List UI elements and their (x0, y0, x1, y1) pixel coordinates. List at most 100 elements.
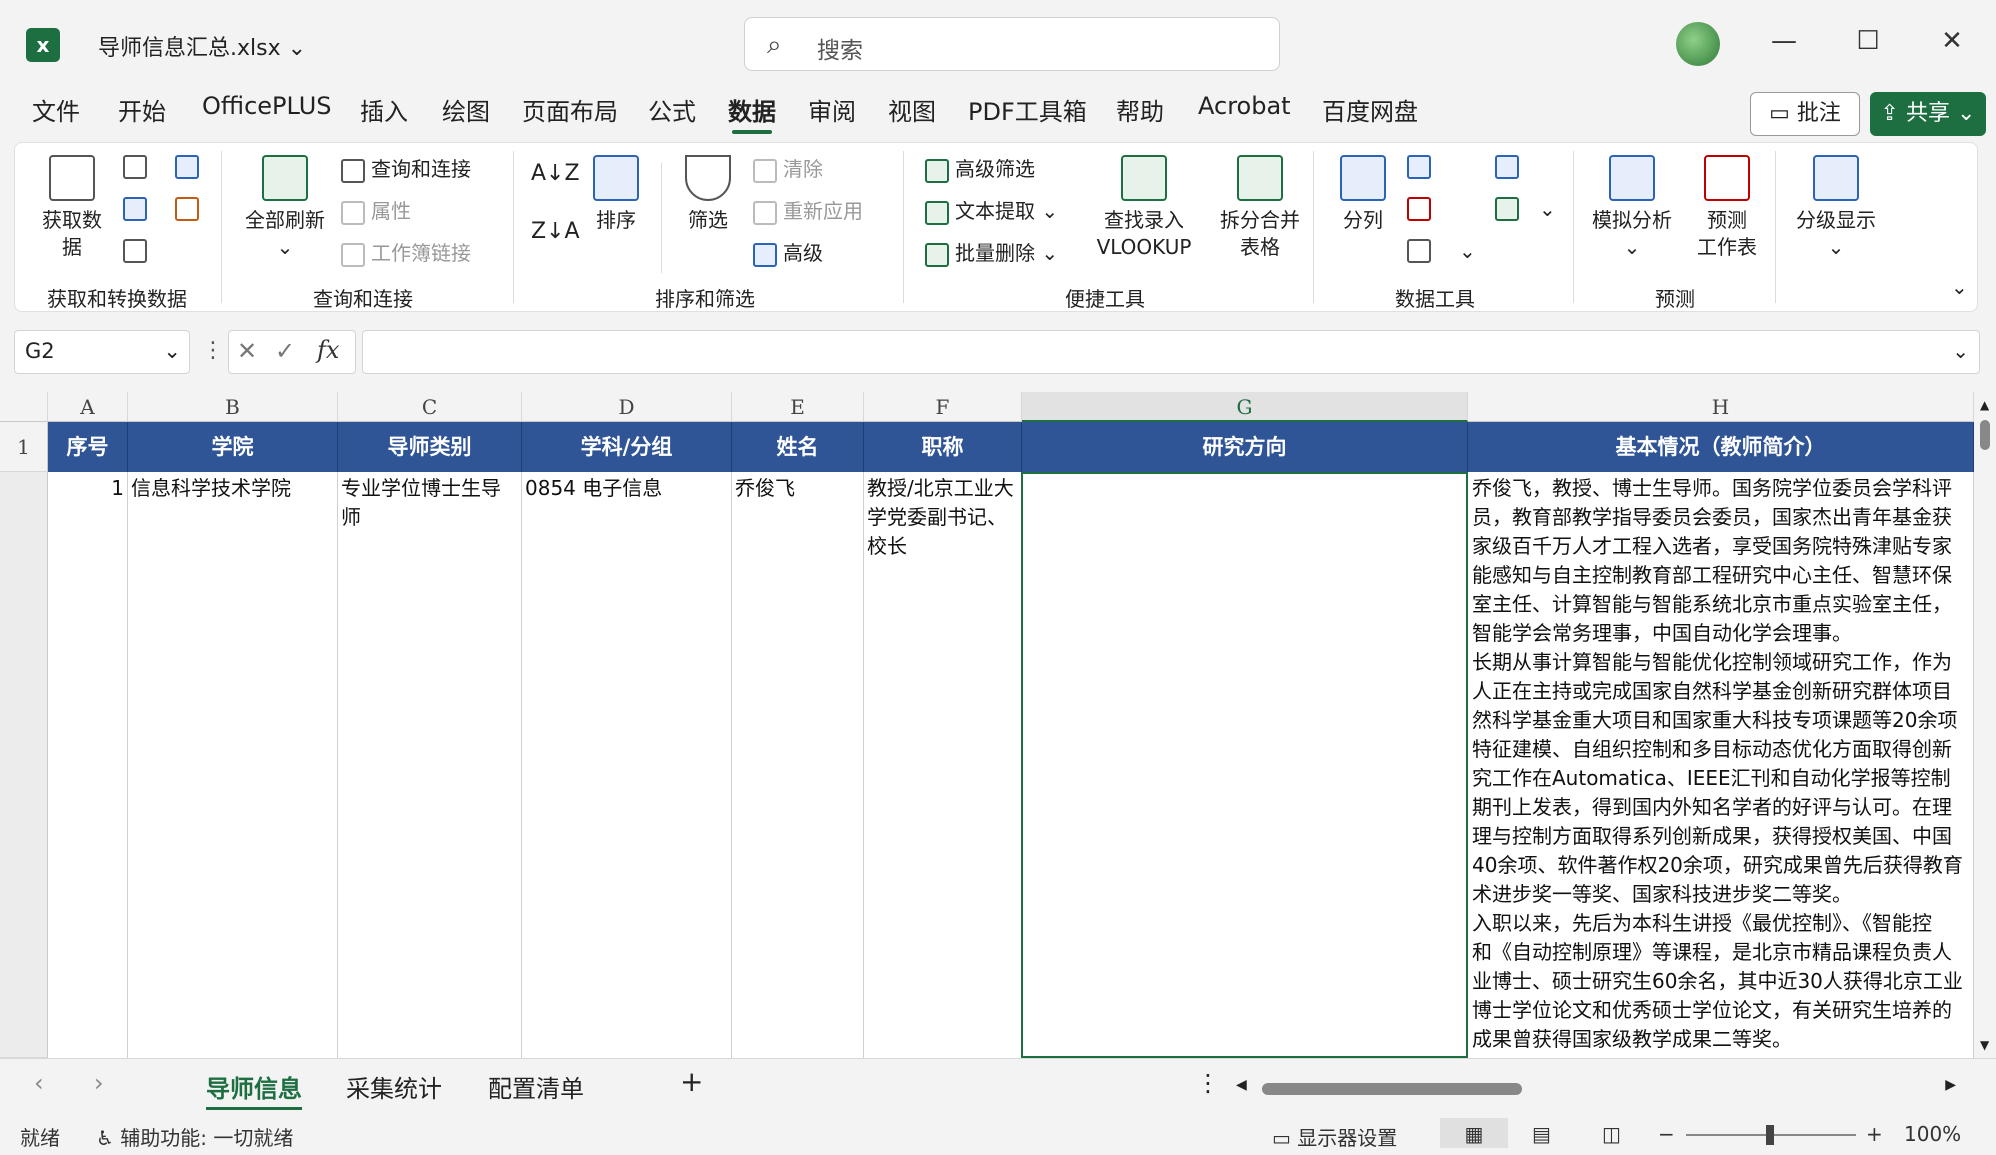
comment-button[interactable]: ▭ 批注 (1750, 92, 1860, 136)
refresh-all-button[interactable]: 全部刷新 ⌄ (237, 155, 333, 261)
insert-function-icon[interactable]: fx (317, 336, 339, 364)
cell-d2[interactable]: 0854 电子信息 (522, 472, 732, 1058)
consolidate-icon[interactable] (1495, 155, 1519, 179)
maximize-icon[interactable]: ☐ (1848, 26, 1888, 56)
cell-f2[interactable]: 教授/北京工业大学党委副书记、校长 (864, 472, 1022, 1058)
sort-desc-button[interactable]: Z↓A (531, 219, 580, 244)
minimize-icon[interactable]: — (1764, 26, 1804, 56)
prev-sheet-icon[interactable]: ‹ (34, 1069, 44, 1097)
adv-filter-button[interactable]: 高级筛选 (925, 153, 1035, 183)
query-connections-button[interactable]: 查询和连接 (341, 153, 471, 183)
filter-button[interactable]: 筛选 (673, 155, 743, 234)
close-icon[interactable]: ✕ (1932, 26, 1972, 56)
vertical-scroll-thumb[interactable] (1980, 420, 1990, 450)
more-options-icon[interactable]: ⋮ (1196, 1069, 1220, 1097)
header-cell-discipline[interactable]: 学科/分组 (522, 422, 732, 472)
header-cell-research[interactable]: 研究方向 (1022, 422, 1468, 472)
zoom-level[interactable]: 100% (1904, 1122, 1961, 1146)
cell-g2-selected[interactable] (1021, 472, 1468, 1058)
cell-b2[interactable]: 信息科学技术学院 (128, 472, 338, 1058)
tab-data[interactable]: 数据 (728, 92, 776, 134)
zoom-slider[interactable] (1686, 1125, 1856, 1145)
scroll-left-icon[interactable]: ◀ (1236, 1077, 1247, 1093)
tab-review[interactable]: 审阅 (808, 92, 856, 127)
file-name[interactable]: 导师信息汇总.xlsx ⌄ (98, 30, 306, 62)
clear-button[interactable]: 清除 (753, 153, 823, 183)
row-header-2[interactable] (0, 472, 48, 1058)
tab-formulas[interactable]: 公式 (648, 92, 696, 127)
scroll-up-icon[interactable]: ▲ (1980, 398, 1989, 412)
normal-view-icon[interactable]: ▦ (1440, 1118, 1508, 1148)
forecast-sheet-button[interactable]: 预测 工作表 (1687, 155, 1767, 261)
from-table-icon[interactable] (123, 239, 147, 263)
column-header-c[interactable]: C (338, 392, 522, 422)
header-cell-title[interactable]: 职称 (864, 422, 1022, 472)
zoom-in-icon[interactable]: + (1866, 1122, 1883, 1146)
tab-baidu-netdisk[interactable]: 百度网盘 (1322, 92, 1418, 127)
sheet-tab-tutor-info[interactable]: 导师信息 (206, 1069, 302, 1110)
data-model-icon[interactable] (1495, 197, 1519, 221)
what-if-button[interactable]: 模拟分析 ⌄ (1587, 155, 1677, 261)
data-validation-dropdown-icon[interactable]: ⌄ (1459, 239, 1476, 263)
batch-delete-button[interactable]: 批量删除 ⌄ (925, 237, 1058, 267)
column-header-e[interactable]: E (732, 392, 864, 422)
avatar[interactable] (1676, 22, 1720, 66)
zoom-out-icon[interactable]: − (1658, 1122, 1675, 1146)
horizontal-scroll-thumb[interactable] (1262, 1083, 1522, 1095)
header-cell-college[interactable]: 学院 (128, 422, 338, 472)
sort-asc-button[interactable]: A↓Z (531, 161, 580, 186)
cell-a2[interactable]: 1 (48, 472, 128, 1058)
worksheet-grid[interactable]: A B C D E F G H 1 序号 学院 导师类别 学科/分组 姓名 职称… (0, 392, 1974, 1058)
vertical-scrollbar[interactable]: ▲ ▼ (1974, 392, 1996, 1058)
expand-formula-icon[interactable]: ⌄ (1952, 339, 1969, 363)
cancel-icon[interactable]: ✕ (237, 337, 257, 365)
cell-c2[interactable]: 专业学位博士生导师 (338, 472, 522, 1058)
tab-insert[interactable]: 插入 (360, 92, 408, 127)
tab-home[interactable]: 开始 (118, 92, 166, 127)
cell-e2[interactable]: 乔俊飞 (732, 472, 864, 1058)
sort-button[interactable]: 排序 (583, 155, 649, 234)
remove-duplicates-icon[interactable] (1407, 197, 1431, 221)
tab-view[interactable]: 视图 (888, 92, 936, 127)
tab-draw[interactable]: 绘图 (442, 92, 490, 127)
data-model-dropdown-icon[interactable]: ⌄ (1539, 197, 1556, 221)
formula-bar-options-icon[interactable]: ⋮ (202, 338, 224, 363)
tab-acrobat[interactable]: Acrobat (1198, 92, 1291, 120)
cell-h2[interactable]: 乔俊飞，教授、博士生导师。国务院学位委员会学科评 员，教育部教学指导委员会委员，… (1468, 472, 1974, 1058)
recent-sources-icon[interactable] (175, 155, 199, 179)
split-merge-button[interactable]: 拆分合并 表格 (1205, 155, 1315, 261)
get-data-button[interactable]: 获取数 据 (37, 155, 107, 261)
accessibility-status[interactable]: ♿ 辅助功能: 一切就绪 (96, 1122, 293, 1151)
sheet-tab-collection-stats[interactable]: 采集统计 (346, 1069, 442, 1104)
header-cell-seq[interactable]: 序号 (48, 422, 128, 472)
share-button[interactable]: ⇪ 共享 ⌄ (1870, 92, 1986, 136)
workbook-links-button[interactable]: 工作簿链接 (341, 237, 471, 267)
page-break-view-icon[interactable]: ◫ (1602, 1122, 1621, 1146)
from-web-icon[interactable] (123, 197, 147, 221)
display-settings-button[interactable]: ▭ 显示器设置 (1272, 1122, 1397, 1151)
tab-file[interactable]: 文件 (32, 92, 80, 127)
collapse-ribbon-icon[interactable]: ⌄ (1951, 275, 1968, 299)
outline-button[interactable]: 分级显示 ⌄ (1791, 155, 1881, 261)
zoom-slider-thumb[interactable] (1766, 1125, 1774, 1145)
tab-pdf-toolbox[interactable]: PDF工具箱 (968, 92, 1087, 127)
scroll-right-icon[interactable]: ▶ (1945, 1077, 1956, 1093)
horizontal-scrollbar[interactable]: ◀ ▶ (1236, 1077, 1956, 1099)
text-extract-button[interactable]: 文本提取 ⌄ (925, 195, 1058, 225)
search-box[interactable]: ⌕ 搜索 (744, 17, 1280, 71)
next-sheet-icon[interactable]: › (94, 1069, 104, 1097)
name-box[interactable]: G2 ⌄ (14, 330, 190, 374)
select-all-corner[interactable] (0, 392, 48, 422)
header-cell-name[interactable]: 姓名 (732, 422, 864, 472)
vlookup-button[interactable]: 查找录入 VLOOKUP (1089, 155, 1199, 261)
header-cell-category[interactable]: 导师类别 (338, 422, 522, 472)
add-sheet-icon[interactable]: + (680, 1065, 703, 1098)
enter-icon[interactable]: ✓ (275, 337, 295, 365)
existing-connections-icon[interactable] (175, 197, 199, 221)
data-validation-icon[interactable] (1407, 239, 1431, 263)
flash-fill-icon[interactable] (1407, 155, 1431, 179)
tab-help[interactable]: 帮助 (1116, 92, 1164, 127)
scroll-down-icon[interactable]: ▼ (1980, 1038, 1989, 1052)
page-layout-view-icon[interactable]: ▤ (1532, 1122, 1551, 1146)
advanced-button[interactable]: 高级 (753, 237, 823, 267)
